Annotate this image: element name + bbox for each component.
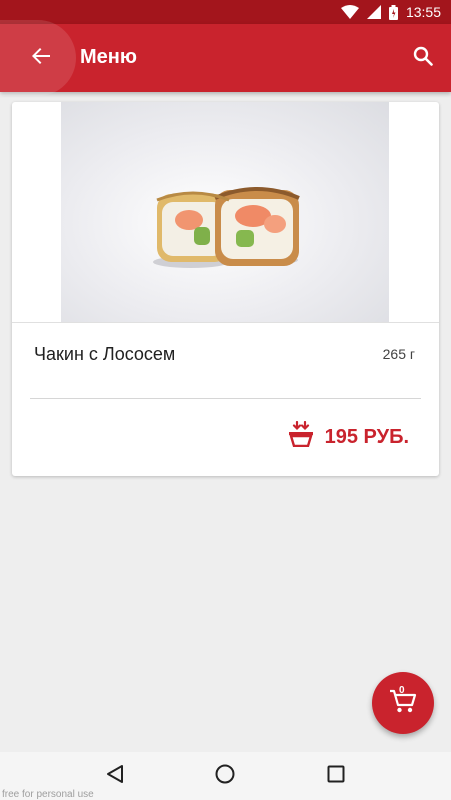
product-price: 195 РУБ. (324, 425, 409, 448)
product-name: Чакин с Лососем (34, 344, 176, 364)
back-triangle-icon (105, 764, 125, 789)
watermark-text: free for personal use (2, 789, 94, 800)
add-to-basket-icon (288, 420, 313, 453)
product-image[interactable] (61, 102, 389, 322)
product-card[interactable]: Чакин с Лососем 265 г 195 РУБ. (12, 102, 439, 476)
image-separator (12, 322, 439, 323)
cart-count-badge: 0 (399, 685, 405, 696)
battery-icon (388, 4, 398, 20)
app-bar: Меню (0, 20, 451, 96)
nav-recents-button[interactable] (316, 756, 356, 796)
search-icon (413, 46, 433, 71)
divider (30, 398, 421, 399)
wifi-icon (340, 5, 359, 19)
cart-fab-button[interactable]: 0 (372, 672, 434, 734)
arrow-back-icon (19, 46, 51, 71)
back-button[interactable] (0, 20, 76, 96)
nav-back-button[interactable] (95, 756, 135, 796)
page-title: Меню (80, 46, 137, 68)
sushi-rolls-photo (153, 187, 300, 268)
product-weight: 265 г (382, 346, 415, 362)
add-to-cart-button[interactable]: 195 РУБ. (288, 420, 409, 453)
signal-icon (366, 5, 381, 19)
home-circle-icon (214, 763, 236, 790)
status-time: 13:55 (405, 4, 441, 20)
search-button[interactable] (409, 44, 437, 72)
nav-home-button[interactable] (205, 756, 245, 796)
recents-square-icon (327, 765, 345, 788)
status-bar: 13:55 (0, 0, 451, 24)
